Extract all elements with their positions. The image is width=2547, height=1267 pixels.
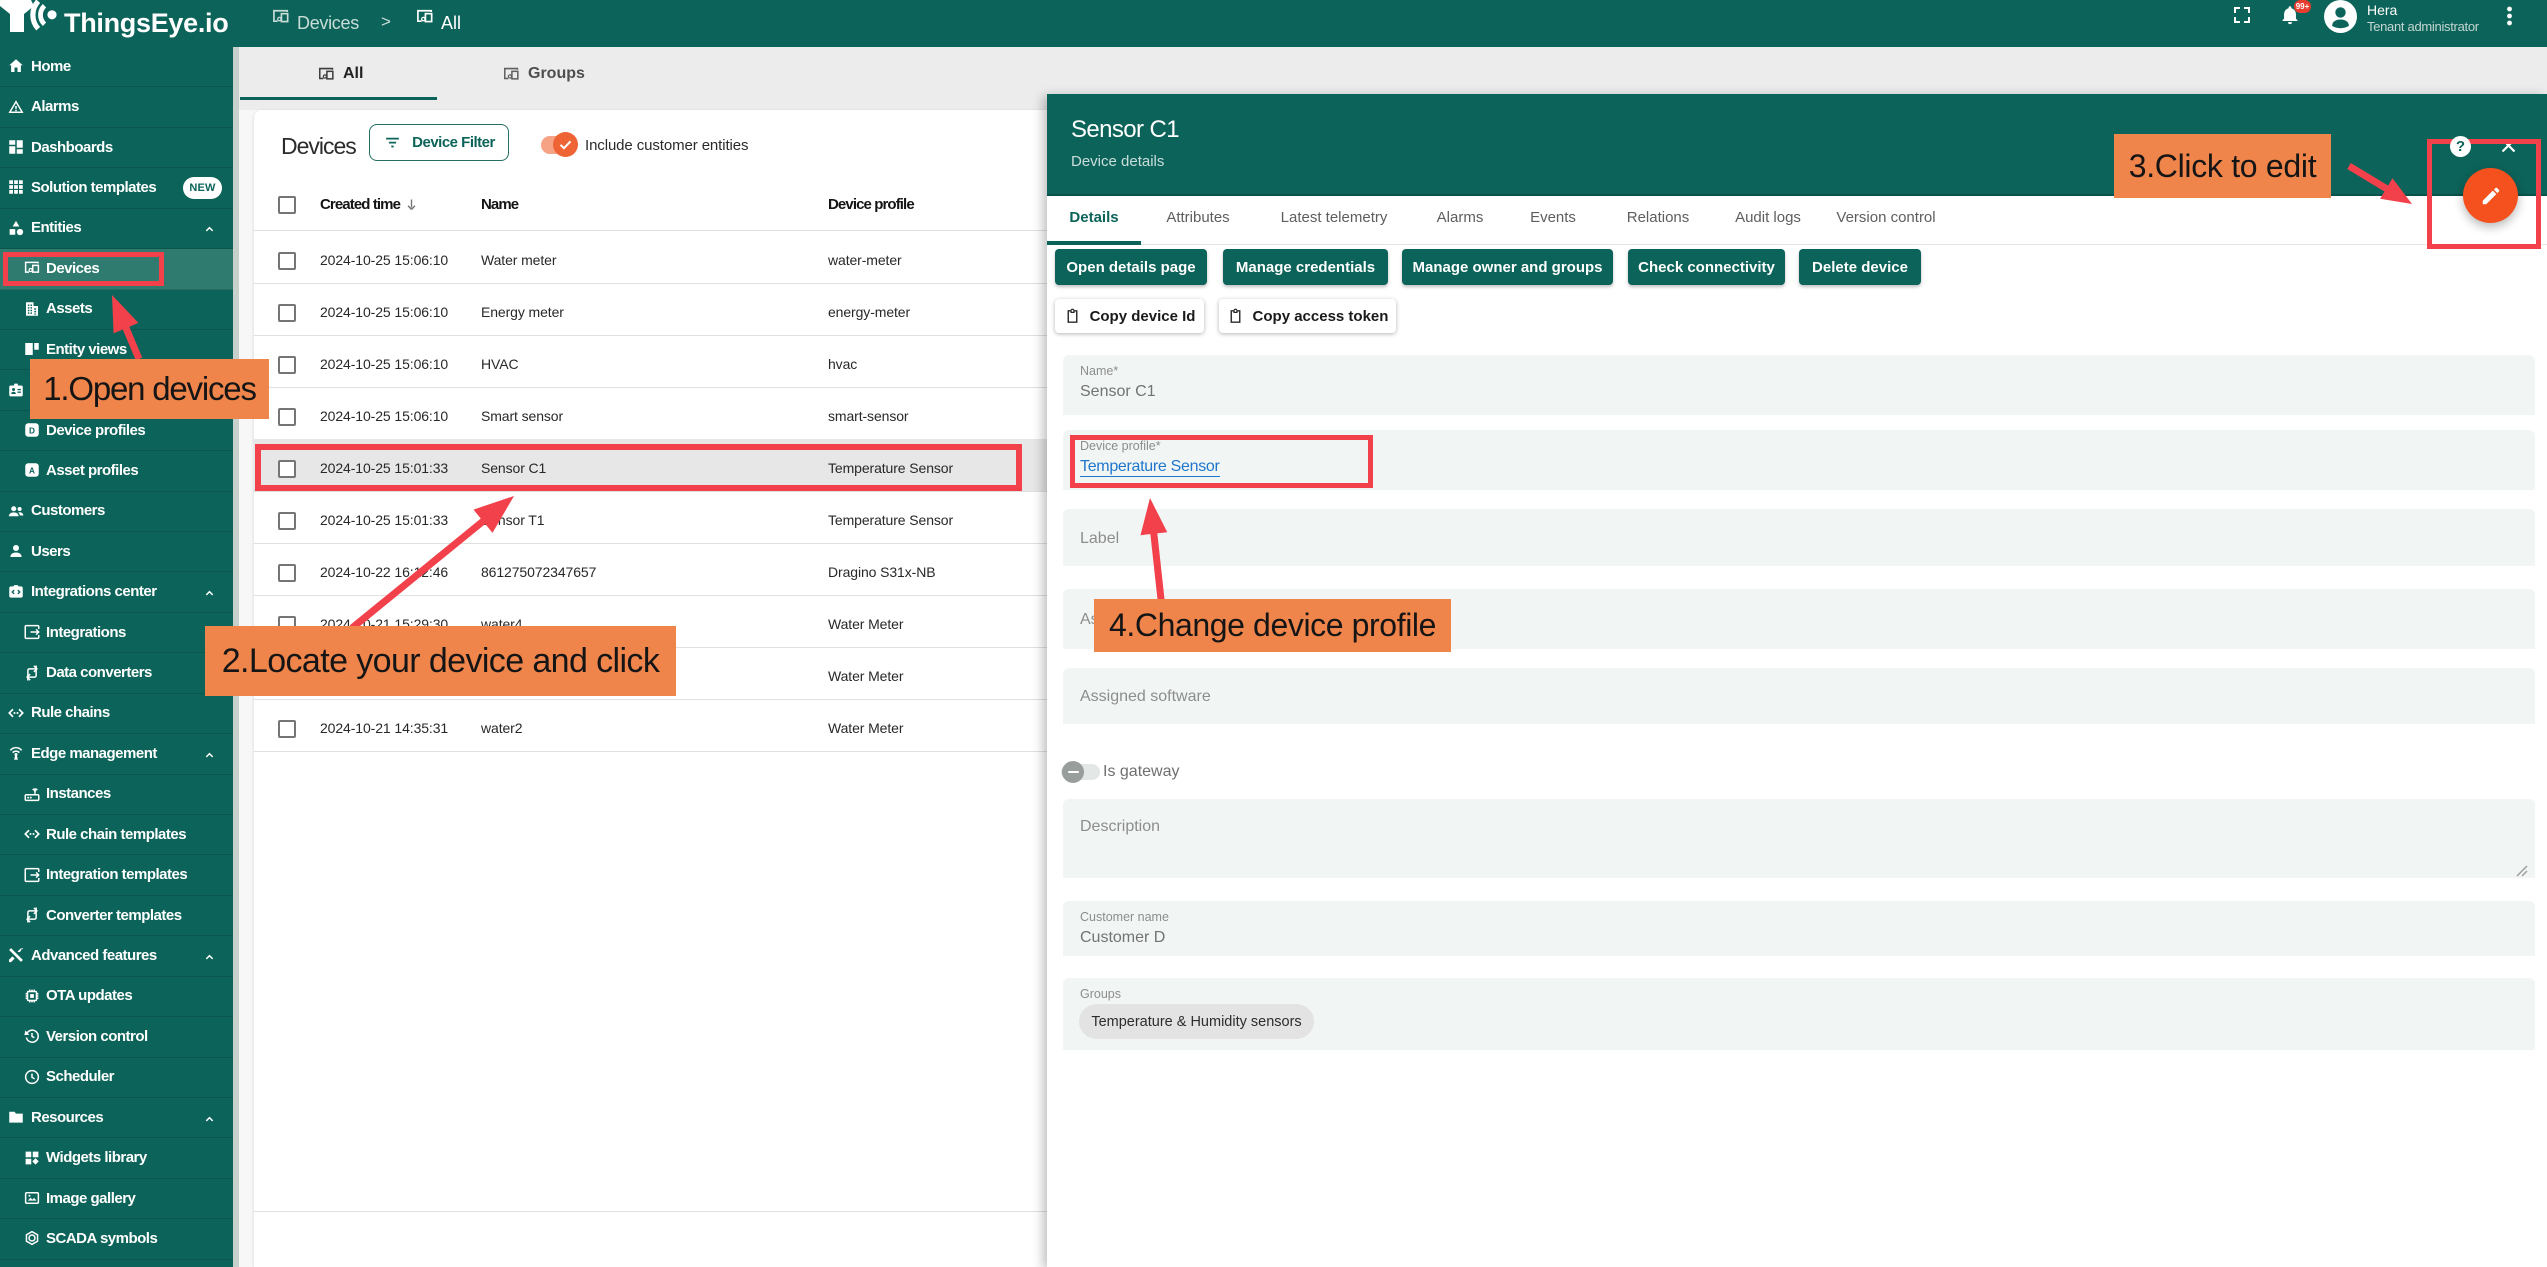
svg-text:A: A: [29, 467, 35, 476]
svg-text:D: D: [29, 427, 35, 436]
